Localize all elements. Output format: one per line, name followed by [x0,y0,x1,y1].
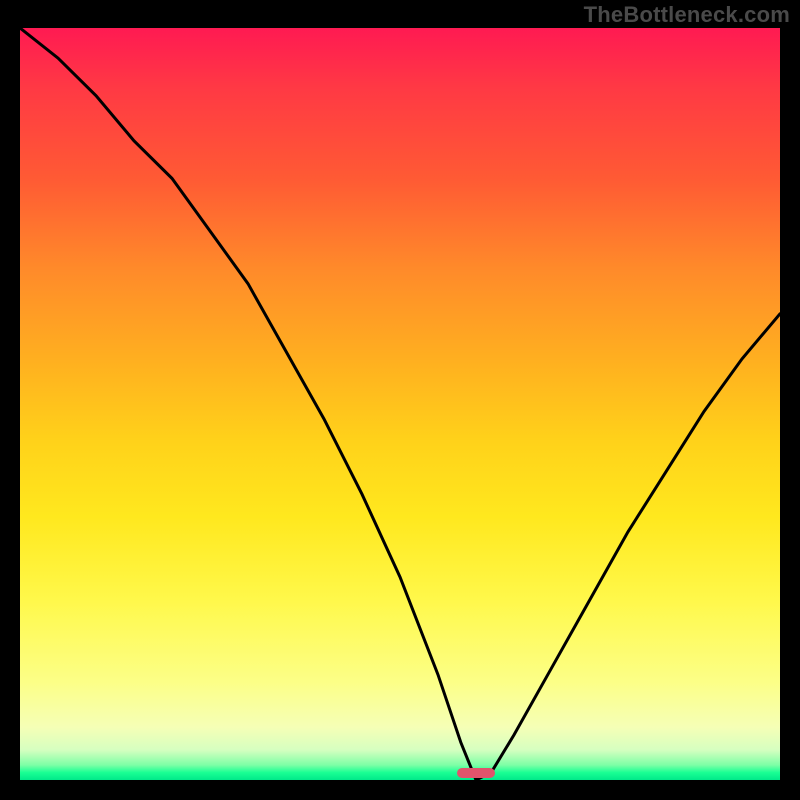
bottleneck-curve [20,28,780,780]
curve-layer [20,28,780,780]
watermark-text: TheBottleneck.com [584,2,790,28]
plot-area [20,28,780,780]
chart-frame: TheBottleneck.com [0,0,800,800]
optimal-marker [457,768,495,778]
